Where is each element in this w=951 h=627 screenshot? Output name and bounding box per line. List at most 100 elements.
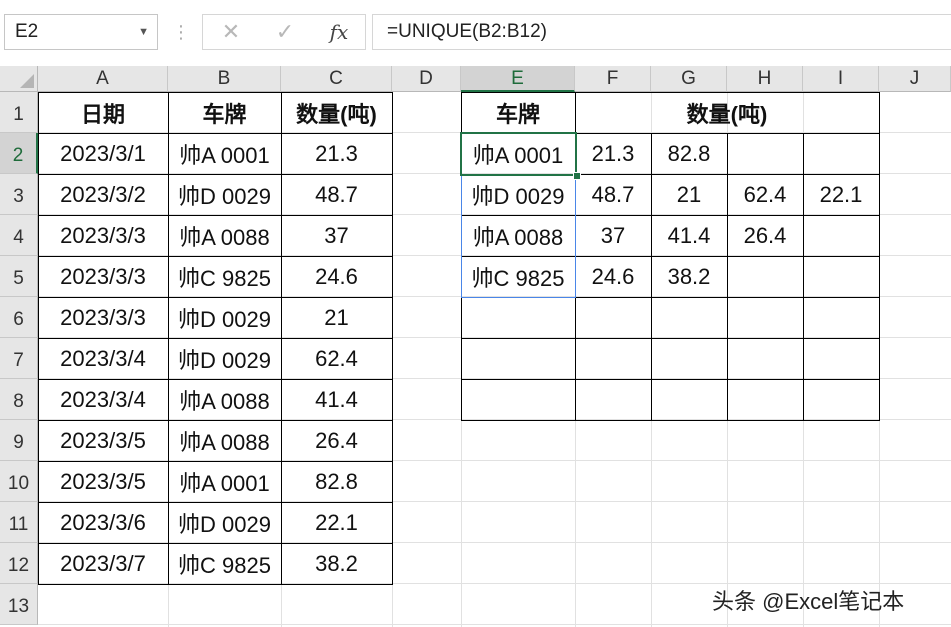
table-cell[interactable]: 37 xyxy=(281,215,392,256)
column-header-c[interactable]: C xyxy=(281,66,392,92)
table-cell[interactable] xyxy=(727,338,803,379)
row-header-7[interactable]: 7 xyxy=(0,338,38,379)
table-cell[interactable]: 帅D 0029 xyxy=(168,174,281,215)
row-header-4[interactable]: 4 xyxy=(0,215,38,256)
table-cell[interactable]: 帅A 0001 xyxy=(168,461,281,502)
formula-input[interactable]: =UNIQUE(B2:B12) xyxy=(372,14,951,50)
table-cell[interactable] xyxy=(461,297,575,338)
table-cell[interactable]: 帅D 0029 xyxy=(168,502,281,543)
table-cell[interactable]: 38.2 xyxy=(651,256,727,297)
column-header-d[interactable]: D xyxy=(392,66,461,92)
column-header-h[interactable]: H xyxy=(727,66,803,92)
drag-handle-icon[interactable]: ⋮ xyxy=(172,18,190,46)
table-cell[interactable] xyxy=(575,338,651,379)
table-cell[interactable]: 41.4 xyxy=(651,215,727,256)
table-cell[interactable]: 48.7 xyxy=(281,174,392,215)
table-cell[interactable]: 2023/3/6 xyxy=(38,502,168,543)
column-header-a[interactable]: A xyxy=(38,66,168,92)
column-header-b[interactable]: B xyxy=(168,66,281,92)
table-cell[interactable]: 2023/3/4 xyxy=(38,338,168,379)
chevron-down-icon[interactable]: ▼ xyxy=(138,15,149,49)
check-icon[interactable]: ✓ xyxy=(265,15,305,49)
table-cell[interactable] xyxy=(803,133,879,174)
table-cell[interactable]: 帅C 9825 xyxy=(168,543,281,584)
table-cell[interactable]: 22.1 xyxy=(281,502,392,543)
table-cell[interactable]: 2023/3/7 xyxy=(38,543,168,584)
table-cell[interactable]: 帅A 0088 xyxy=(168,420,281,461)
table-cell[interactable] xyxy=(727,297,803,338)
name-box[interactable]: E2 ▼ xyxy=(4,14,158,50)
table-cell[interactable]: 帅C 9825 xyxy=(168,256,281,297)
row-header-6[interactable]: 6 xyxy=(0,297,38,338)
table-cell[interactable]: 帅A 0088 xyxy=(168,379,281,420)
table-header-cell[interactable]: 数量(吨) xyxy=(281,92,392,133)
table-cell[interactable]: 26.4 xyxy=(727,215,803,256)
column-header-i[interactable]: I xyxy=(803,66,879,92)
table-cell[interactable] xyxy=(803,379,879,420)
table-cell[interactable]: 37 xyxy=(575,215,651,256)
table-cell[interactable] xyxy=(461,338,575,379)
table-cell[interactable]: 2023/3/4 xyxy=(38,379,168,420)
row-header-5[interactable]: 5 xyxy=(0,256,38,297)
table-header-cell[interactable]: 日期 xyxy=(38,92,168,133)
table-cell[interactable]: 2023/3/5 xyxy=(38,420,168,461)
table-cell[interactable]: 24.6 xyxy=(575,256,651,297)
table-cell[interactable]: 2023/3/3 xyxy=(38,215,168,256)
row-header-9[interactable]: 9 xyxy=(0,420,38,461)
table-cell[interactable]: 帅D 0029 xyxy=(168,297,281,338)
table-cell[interactable]: 62.4 xyxy=(281,338,392,379)
table-cell[interactable]: 41.4 xyxy=(281,379,392,420)
table-cell[interactable] xyxy=(575,379,651,420)
select-all-button[interactable] xyxy=(0,66,38,92)
fill-handle[interactable] xyxy=(573,172,581,180)
table-cell[interactable]: 24.6 xyxy=(281,256,392,297)
close-icon[interactable]: ✕ xyxy=(211,15,251,49)
table-cell[interactable] xyxy=(803,297,879,338)
table-header-cell[interactable]: 车牌 xyxy=(168,92,281,133)
row-header-8[interactable]: 8 xyxy=(0,379,38,420)
table-cell[interactable] xyxy=(727,379,803,420)
table-cell[interactable]: 帅A 0001 xyxy=(168,133,281,174)
table-cell[interactable]: 2023/3/1 xyxy=(38,133,168,174)
row-header-1[interactable]: 1 xyxy=(0,92,38,133)
table-cell[interactable]: 帅A 0088 xyxy=(168,215,281,256)
table-cell[interactable] xyxy=(651,379,727,420)
table-cell[interactable] xyxy=(461,379,575,420)
insert-function-button[interactable]: fx xyxy=(319,15,359,49)
table-cell[interactable]: 82.8 xyxy=(651,133,727,174)
table-cell[interactable]: 82.8 xyxy=(281,461,392,502)
row-header-3[interactable]: 3 xyxy=(0,174,38,215)
table-cell[interactable] xyxy=(803,338,879,379)
table-cell[interactable] xyxy=(727,133,803,174)
table-cell[interactable]: 21.3 xyxy=(575,133,651,174)
active-cell[interactable] xyxy=(460,132,577,176)
row-header-10[interactable]: 10 xyxy=(0,461,38,502)
table-cell[interactable] xyxy=(575,297,651,338)
table-header-cell[interactable]: 数量(吨) xyxy=(575,92,879,133)
table-cell[interactable]: 62.4 xyxy=(727,174,803,215)
row-header-13[interactable]: 13 xyxy=(0,584,38,625)
table-cell[interactable]: 2023/3/3 xyxy=(38,297,168,338)
table-cell[interactable]: 21.3 xyxy=(281,133,392,174)
table-cell[interactable]: 21 xyxy=(281,297,392,338)
table-cell[interactable] xyxy=(803,215,879,256)
table-cell[interactable]: 2023/3/2 xyxy=(38,174,168,215)
table-cell[interactable]: 21 xyxy=(651,174,727,215)
table-cell[interactable] xyxy=(803,256,879,297)
table-cell[interactable]: 2023/3/3 xyxy=(38,256,168,297)
table-header-cell[interactable]: 车牌 xyxy=(461,92,575,133)
table-cell[interactable] xyxy=(727,256,803,297)
table-cell[interactable]: 帅D 0029 xyxy=(168,338,281,379)
table-cell[interactable]: 48.7 xyxy=(575,174,651,215)
table-cell[interactable] xyxy=(651,338,727,379)
table-cell[interactable]: 22.1 xyxy=(803,174,879,215)
column-header-e[interactable]: E xyxy=(461,66,575,92)
table-cell[interactable]: 26.4 xyxy=(281,420,392,461)
table-cell[interactable]: 2023/3/5 xyxy=(38,461,168,502)
column-header-j[interactable]: J xyxy=(879,66,951,92)
column-header-f[interactable]: F xyxy=(575,66,651,92)
row-header-12[interactable]: 12 xyxy=(0,543,38,584)
row-header-11[interactable]: 11 xyxy=(0,502,38,543)
column-header-g[interactable]: G xyxy=(651,66,727,92)
table-cell[interactable]: 38.2 xyxy=(281,543,392,584)
